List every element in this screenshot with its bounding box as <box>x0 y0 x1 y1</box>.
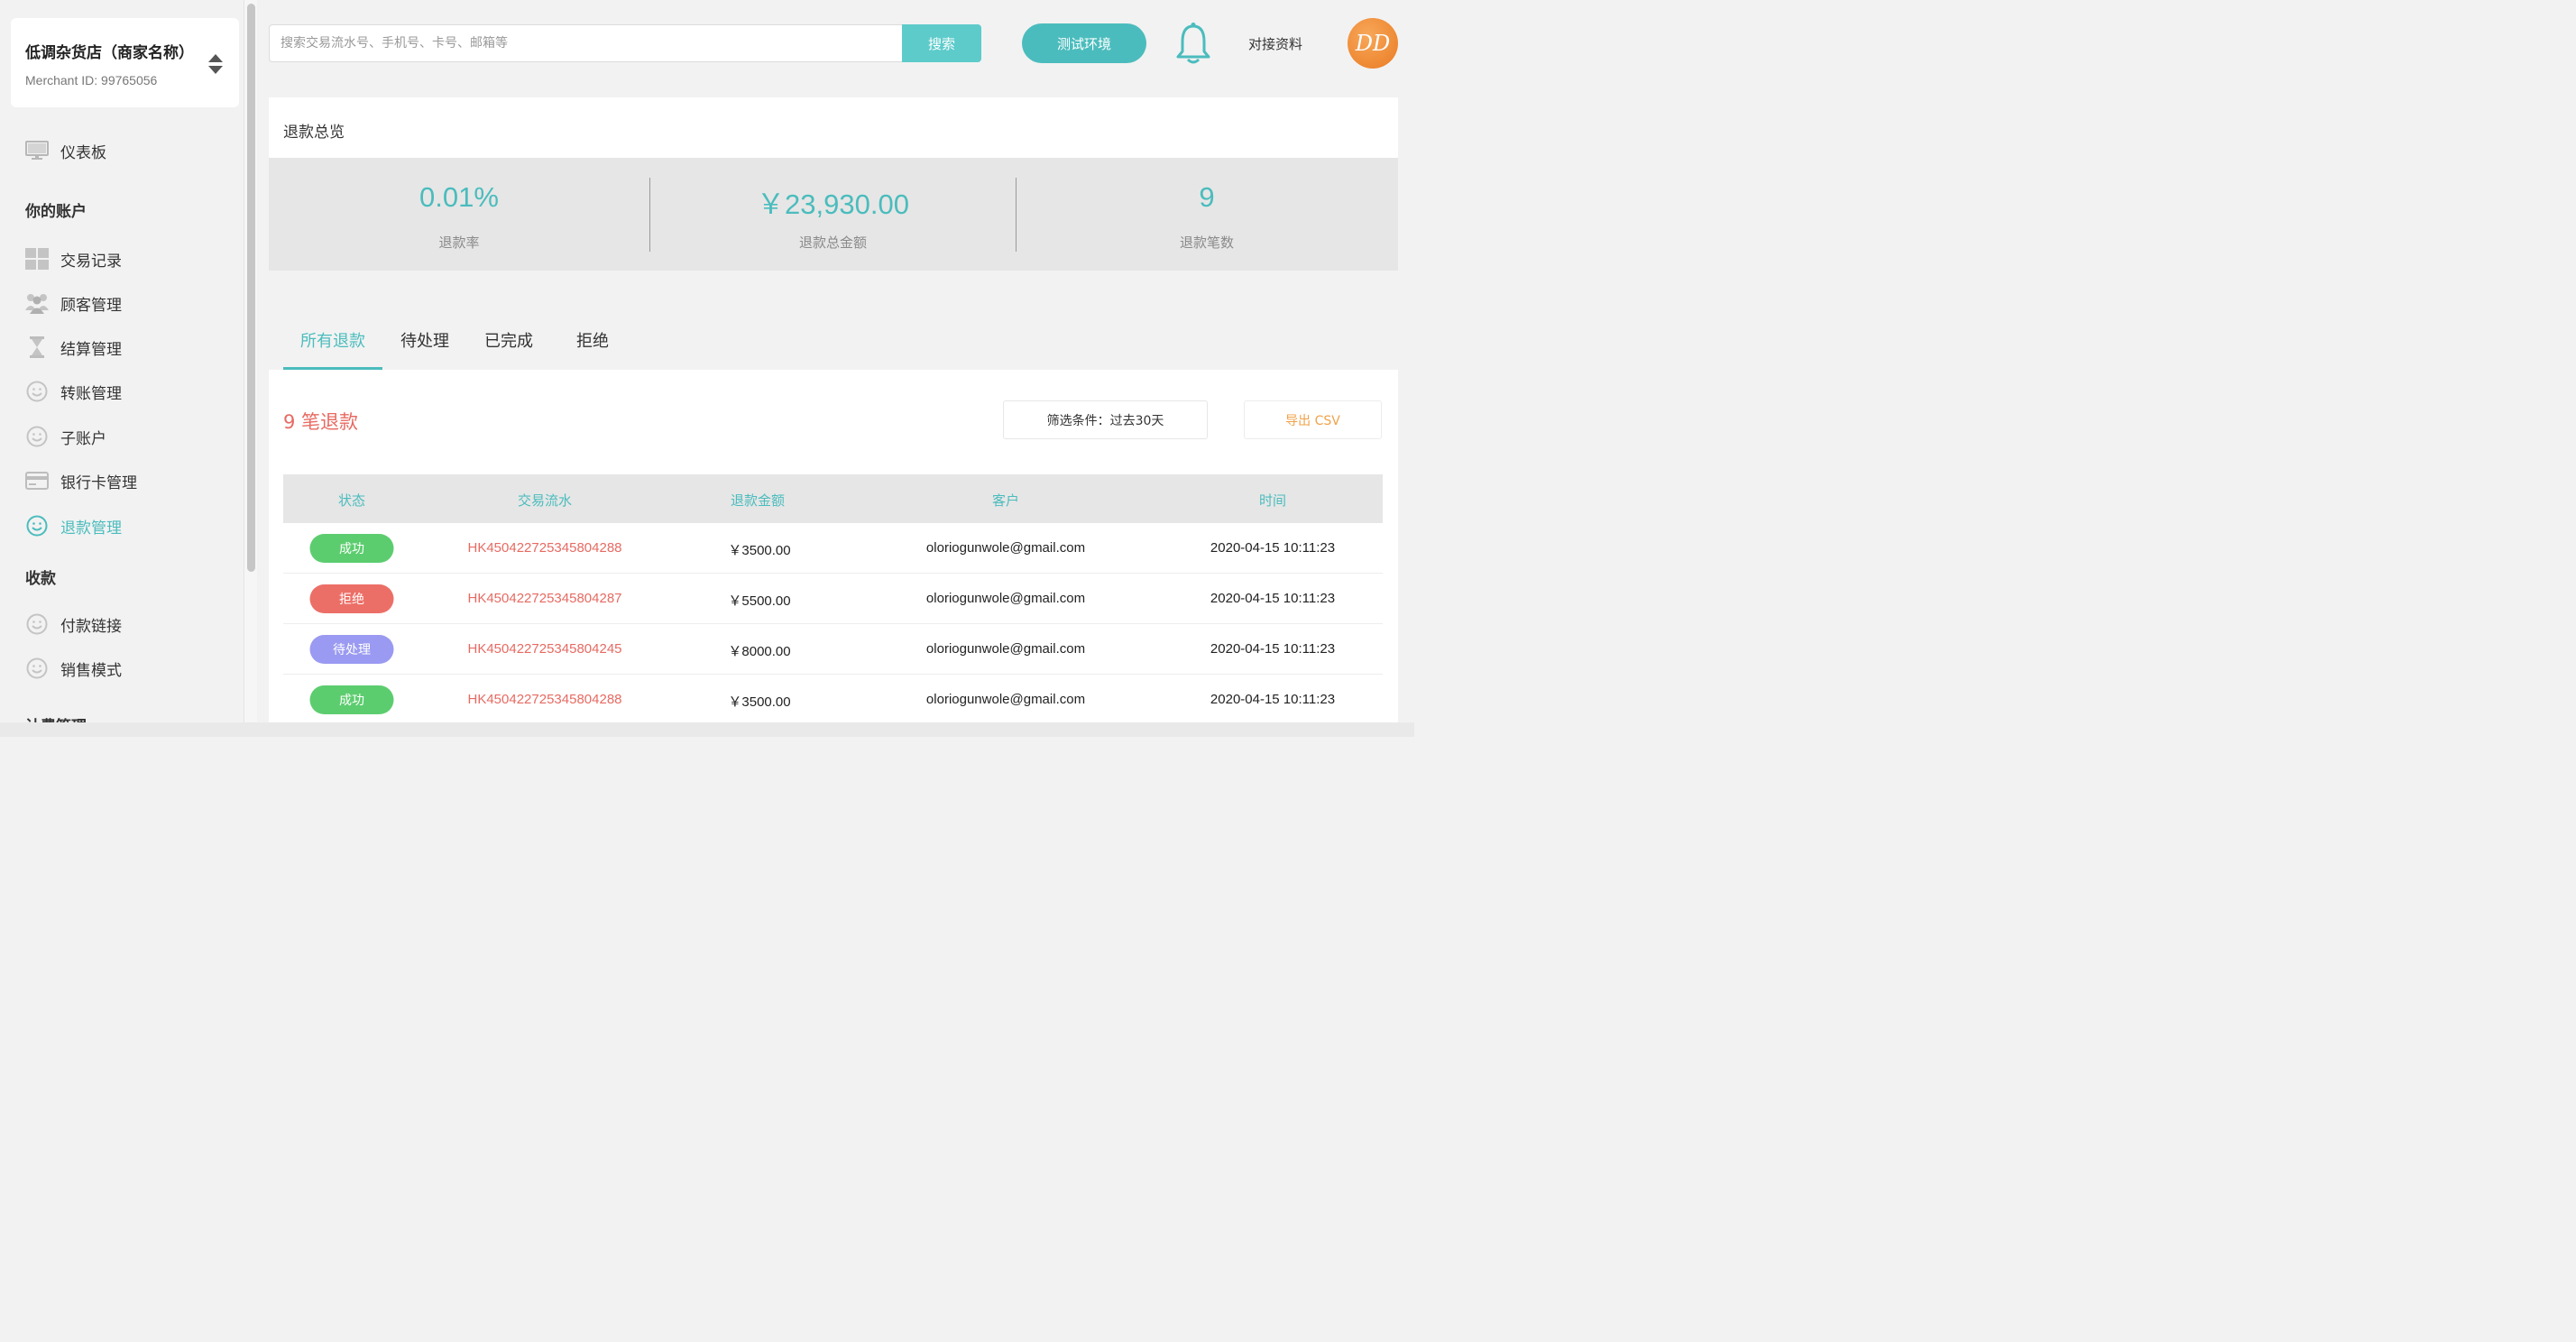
status-badge: 待处理 <box>309 635 394 664</box>
search-input[interactable] <box>270 25 902 61</box>
nav-section-account: 你的账户 <box>25 203 87 221</box>
customer-email: oloriogunwole@gmail.com <box>925 641 1086 657</box>
sidebar-item-subaccounts[interactable]: 子账户 <box>25 423 106 450</box>
sidebar-item-label: 销售模式 <box>60 661 122 680</box>
refund-time: 2020-04-15 10:11:23 <box>1210 641 1336 657</box>
refund-time: 2020-04-15 10:11:23 <box>1210 540 1336 556</box>
refund-table: 状态 交易流水 退款金额 客户 时间 成功 HK4504227253458042… <box>283 474 1383 725</box>
sidebar-item-label: 仪表板 <box>60 143 106 162</box>
grid-icon <box>25 247 49 271</box>
overview-stats: 0.01% 退款率 ￥23,930.00 退款总金额 9 退款笔数 <box>269 158 1398 271</box>
table-row[interactable]: 成功 HK450422725345804288 ￥3500.00 oloriog… <box>283 523 1383 574</box>
sidebar-item-refunds[interactable]: 退款管理 <box>25 512 122 539</box>
column-header-amount: 退款金额 <box>730 492 786 509</box>
smiley-icon <box>25 380 49 403</box>
sidebar-item-label: 结算管理 <box>60 340 122 359</box>
stat-label: 退款笔数 <box>1179 234 1234 251</box>
stat-value: 9 <box>1199 181 1215 213</box>
hourglass-icon <box>25 336 49 359</box>
sidebar-item-label: 子账户 <box>60 429 106 448</box>
table-row[interactable]: 成功 HK450422725345804288 ￥3500.00 oloriog… <box>283 675 1383 725</box>
refund-tabs: 所有退款 待处理 已完成 拒绝 <box>269 307 1398 370</box>
refund-amount: ￥8000.00 <box>728 644 791 659</box>
tab-completed[interactable]: 已完成 <box>484 328 533 352</box>
smiley-icon <box>25 425 49 448</box>
transaction-id-link[interactable]: HK450422725345804288 <box>468 540 622 556</box>
monitor-icon <box>25 139 49 162</box>
customer-email: oloriogunwole@gmail.com <box>925 591 1086 606</box>
sidebar-item-label: 顾客管理 <box>60 296 122 315</box>
transaction-id-link[interactable]: HK450422725345804287 <box>468 591 622 606</box>
sort-arrows-icon[interactable] <box>207 52 224 76</box>
smiley-icon <box>25 657 49 680</box>
tab-rejected[interactable]: 拒绝 <box>576 328 609 352</box>
smiley-icon <box>25 612 49 636</box>
avatar[interactable]: DD <box>1348 18 1398 69</box>
status-badge: 成功 <box>309 534 394 563</box>
nav-section-collect: 收款 <box>25 570 56 588</box>
table-row[interactable]: 拒绝 HK450422725345804287 ￥5500.00 oloriog… <box>283 574 1383 624</box>
refund-count-title: 9 笔退款 <box>283 411 359 433</box>
sidebar-item-dashboard[interactable]: 仪表板 <box>25 137 106 164</box>
smiley-icon <box>25 514 49 538</box>
stat-value: 0.01% <box>419 181 499 213</box>
column-header-time: 时间 <box>1258 492 1287 509</box>
customer-email: oloriogunwole@gmail.com <box>925 540 1086 556</box>
stat-refund-total: ￥23,930.00 退款总金额 <box>650 158 1016 271</box>
credit-card-icon <box>25 469 49 492</box>
sidebar-item-bankcards[interactable]: 银行卡管理 <box>25 467 137 494</box>
status-badge: 拒绝 <box>309 584 394 613</box>
sidebar-item-label: 转账管理 <box>60 384 122 403</box>
merchant-name: 低调杂货店（商家名称） <box>25 44 194 62</box>
column-header-customer: 客户 <box>991 492 1020 509</box>
stat-label: 退款总金额 <box>798 234 867 251</box>
sidebar: 低调杂货店（商家名称） Merchant ID: 99765056 仪表板 你的… <box>0 0 244 737</box>
export-csv-button[interactable]: 导出 CSV <box>1244 400 1382 439</box>
stat-value: ￥23,930.00 <box>757 188 909 220</box>
search-button[interactable]: 搜索 <box>902 24 981 62</box>
transaction-id-link[interactable]: HK450422725345804245 <box>468 641 622 657</box>
refund-time: 2020-04-15 10:11:23 <box>1210 591 1336 606</box>
sidebar-item-settlement[interactable]: 结算管理 <box>25 334 122 361</box>
stat-refund-count: 9 退款笔数 <box>1017 158 1397 271</box>
column-header-txid: 交易流水 <box>517 492 573 509</box>
column-header-status: 状态 <box>337 492 366 509</box>
merchant-id: Merchant ID: 99765056 <box>25 73 158 87</box>
sidebar-item-label: 交易记录 <box>60 252 122 271</box>
table-row[interactable]: 待处理 HK450422725345804245 ￥8000.00 olorio… <box>283 624 1383 675</box>
integration-docs-link[interactable]: 对接资料 <box>1248 34 1302 53</box>
refund-overview-card: 退款总览 0.01% 退款率 ￥23,930.00 退款总金额 9 退款笔数 <box>269 97 1398 271</box>
refund-amount: ￥3500.00 <box>728 694 791 710</box>
refund-list-panel: 9 笔退款 筛选条件：过去30天 导出 CSV 状态 交易流水 退款金额 客户 … <box>269 370 1398 731</box>
sidebar-item-paylinks[interactable]: 付款链接 <box>25 611 122 638</box>
overview-title: 退款总览 <box>283 124 345 142</box>
merchant-switcher[interactable]: 低调杂货店（商家名称） Merchant ID: 99765056 <box>11 18 239 107</box>
bell-icon[interactable] <box>1174 22 1212 65</box>
tab-all-refunds[interactable]: 所有退款 <box>300 328 365 352</box>
search-box <box>269 24 902 62</box>
stat-label: 退款率 <box>438 234 480 251</box>
refund-amount: ￥3500.00 <box>728 543 791 558</box>
users-icon <box>25 291 49 315</box>
table-header: 状态 交易流水 退款金额 客户 时间 <box>283 474 1383 523</box>
tab-pending[interactable]: 待处理 <box>400 328 449 352</box>
sidebar-scrollbar-thumb[interactable] <box>247 4 255 572</box>
refund-amount: ￥5500.00 <box>728 593 791 609</box>
sidebar-item-transactions[interactable]: 交易记录 <box>25 245 122 272</box>
refund-time: 2020-04-15 10:11:23 <box>1210 692 1336 707</box>
window-bottom-scrollbar[interactable] <box>0 722 1414 737</box>
sidebar-item-transfers[interactable]: 转账管理 <box>25 378 122 405</box>
stat-refund-rate: 0.01% 退款率 <box>269 158 649 271</box>
sidebar-item-salesmode[interactable]: 销售模式 <box>25 655 122 682</box>
sidebar-item-label: 退款管理 <box>60 519 122 538</box>
filter-button[interactable]: 筛选条件：过去30天 <box>1003 400 1208 439</box>
customer-email: oloriogunwole@gmail.com <box>925 692 1086 707</box>
sidebar-item-label: 付款链接 <box>60 617 122 636</box>
sidebar-item-label: 银行卡管理 <box>60 473 137 492</box>
test-environment-button[interactable]: 测试环境 <box>1022 23 1146 63</box>
status-badge: 成功 <box>309 685 394 714</box>
sidebar-item-customers[interactable]: 顾客管理 <box>25 290 122 317</box>
transaction-id-link[interactable]: HK450422725345804288 <box>468 692 622 707</box>
